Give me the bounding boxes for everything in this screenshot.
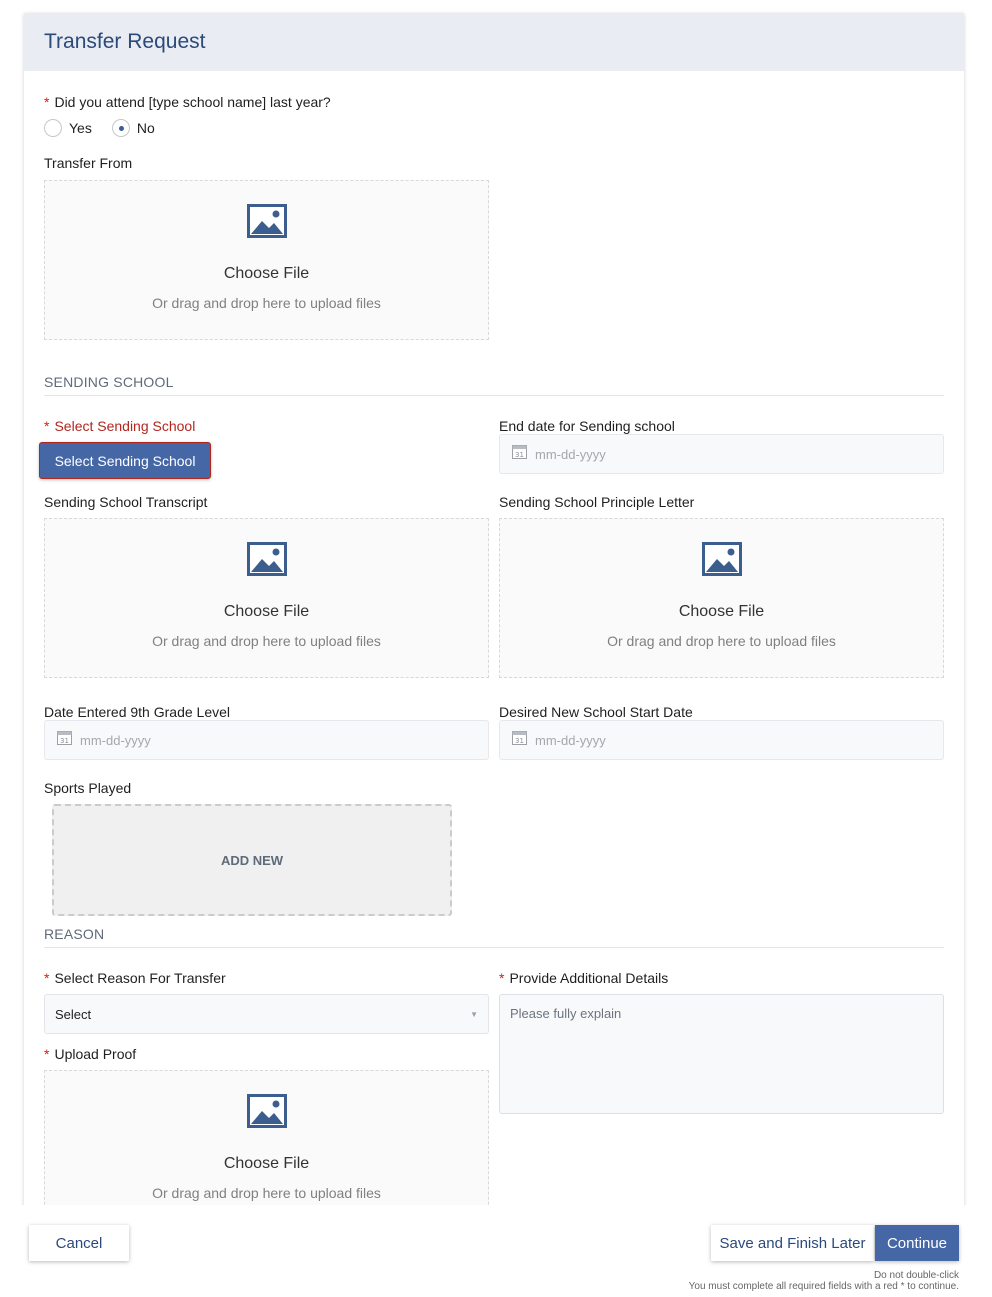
reason-select-value: Select: [55, 1006, 92, 1022]
image-icon: [246, 542, 287, 581]
page-title: Transfer Request: [44, 30, 206, 53]
end-date-label: End date for Sending school: [499, 418, 675, 434]
ninth-grade-placeholder: mm-dd-yyyy: [80, 732, 151, 748]
attend-question-label: * Did you attend [type school name] last …: [44, 94, 331, 110]
principal-letter-dropzone[interactable]: Choose File Or drag and drop here to upl…: [499, 518, 944, 678]
ninth-grade-label: Date Entered 9th Grade Level: [44, 704, 231, 720]
attend-radio-group: Yes No: [44, 119, 175, 137]
required-asterisk: *: [44, 418, 50, 434]
desired-start-label: Desired New School Start Date: [499, 704, 693, 720]
section-reason: REASON: [44, 926, 105, 942]
choose-file-text: Choose File: [223, 603, 310, 620]
footer-action-bar: Cancel Save and Finish Later Continue Do…: [0, 1205, 992, 1297]
end-date-input[interactable]: 31 mm-dd-yyyy: [499, 434, 944, 474]
calendar-icon: 31: [512, 730, 527, 750]
save-finish-later-button[interactable]: Save and Finish Later: [711, 1225, 874, 1261]
image-icon: [246, 204, 287, 243]
transcript-dropzone[interactable]: Choose File Or drag and drop here to upl…: [44, 518, 489, 678]
card-header: Transfer Request: [24, 13, 964, 71]
transcript-label: Sending School Transcript: [44, 494, 208, 510]
choose-file-text: Choose File: [223, 265, 310, 282]
details-textarea[interactable]: Please fully explain: [499, 994, 944, 1114]
required-asterisk: *: [44, 970, 50, 986]
transfer-from-label: Transfer From: [44, 155, 133, 171]
upload-proof-label: * Upload Proof: [44, 1046, 137, 1062]
drag-drop-hint: Or drag and drop here to upload files: [152, 1185, 381, 1201]
drag-drop-hint: Or drag and drop here to upload files: [152, 295, 381, 311]
required-asterisk: *: [44, 1046, 50, 1062]
svg-text:31: 31: [515, 737, 524, 745]
end-date-placeholder: mm-dd-yyyy: [535, 446, 606, 462]
sports-played-label: Sports Played: [44, 780, 132, 796]
svg-text:31: 31: [60, 737, 69, 745]
calendar-icon: 31: [512, 444, 527, 464]
radio-yes[interactable]: Yes: [44, 119, 92, 137]
section-sending-school: SENDING SCHOOL: [44, 374, 174, 390]
chevron-down-icon: ▼: [470, 1009, 478, 1019]
transfer-from-dropzone[interactable]: Choose File Or drag and drop here to upl…: [44, 180, 489, 340]
select-sending-school-button[interactable]: Select Sending School: [39, 442, 211, 479]
double-click-note: Do not double-click: [873, 1270, 959, 1281]
radio-no-circle[interactable]: [111, 119, 130, 137]
details-label: * Provide Additional Details: [499, 970, 669, 986]
continue-button[interactable]: Continue: [875, 1225, 959, 1261]
add-new-sport-button[interactable]: ADD NEW: [52, 804, 452, 916]
reason-select[interactable]: Select ▼: [44, 994, 489, 1034]
ninth-grade-date-input[interactable]: 31 mm-dd-yyyy: [44, 720, 489, 760]
section-divider: [44, 947, 944, 948]
calendar-icon: 31: [57, 730, 72, 750]
principal-letter-label: Sending School Principle Letter: [499, 494, 695, 510]
svg-text:31: 31: [515, 451, 524, 459]
desired-start-placeholder: mm-dd-yyyy: [535, 732, 606, 748]
image-icon: [701, 542, 742, 581]
required-asterisk: *: [44, 94, 50, 110]
desired-start-date-input[interactable]: 31 mm-dd-yyyy: [499, 720, 944, 760]
section-divider: [44, 395, 944, 396]
cancel-button[interactable]: Cancel: [29, 1225, 129, 1261]
transfer-request-card: Transfer Request * Did you attend [type s…: [24, 13, 964, 1213]
select-sending-school-label: * Select Sending School: [44, 418, 196, 434]
required-fields-note: You must complete all required fields wi…: [688, 1281, 959, 1292]
radio-no[interactable]: No: [111, 119, 155, 137]
upload-proof-dropzone[interactable]: Choose File Or drag and drop here to upl…: [44, 1070, 489, 1213]
image-icon: [246, 1094, 287, 1133]
drag-drop-hint: Or drag and drop here to upload files: [152, 633, 381, 649]
drag-drop-hint: Or drag and drop here to upload files: [607, 633, 836, 649]
choose-file-text: Choose File: [678, 603, 765, 620]
required-asterisk: *: [499, 970, 505, 986]
reason-label: * Select Reason For Transfer: [44, 970, 226, 986]
radio-yes-circle[interactable]: [44, 119, 62, 137]
choose-file-text: Choose File: [223, 1155, 310, 1172]
details-placeholder: Please fully explain: [510, 1006, 622, 1021]
